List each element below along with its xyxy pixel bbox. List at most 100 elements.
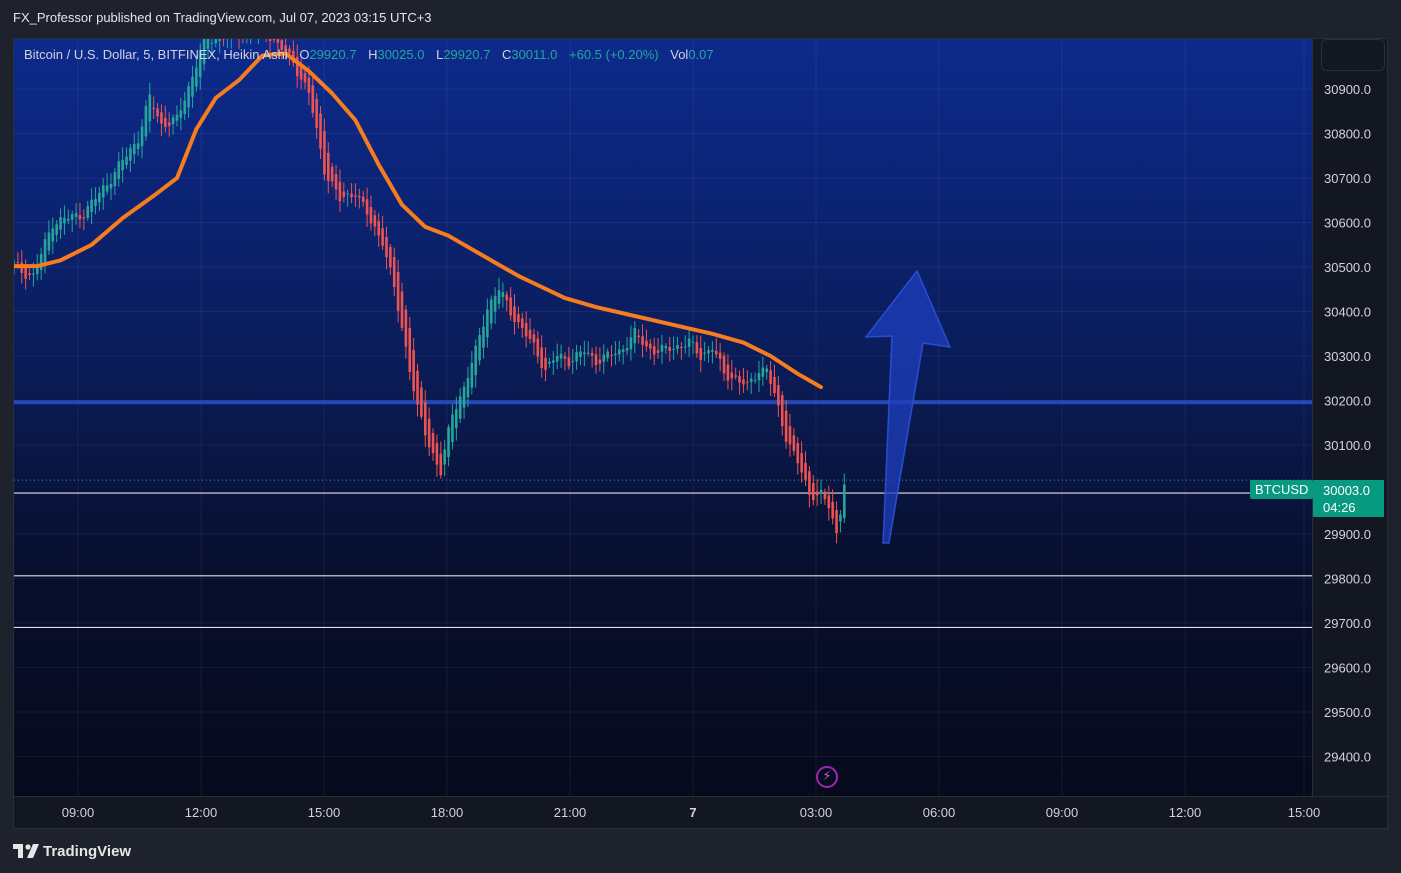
candle-body	[804, 462, 807, 480]
candle-body	[544, 357, 547, 370]
candle-body	[98, 192, 101, 203]
candle-body	[358, 196, 361, 198]
candle-body	[303, 73, 307, 83]
lightning-icon[interactable]: ⚡	[816, 766, 838, 788]
candle-body	[307, 77, 311, 93]
candle-body	[210, 42, 214, 44]
candle-body	[633, 327, 637, 344]
candle-body	[482, 326, 485, 348]
candle-body	[746, 381, 749, 383]
candle-body	[14, 262, 16, 264]
candle-body	[540, 347, 543, 368]
volume-label: Vol	[670, 47, 689, 62]
candle-body	[718, 352, 722, 359]
time-tick-label: 15:00	[1288, 805, 1321, 820]
candle-body	[470, 362, 474, 388]
candle-body	[191, 76, 194, 97]
candle-body	[645, 340, 648, 347]
candle-body	[164, 117, 167, 127]
candle-body	[649, 343, 652, 349]
candle-body	[765, 368, 769, 373]
open-value: 29920.7	[309, 47, 357, 62]
brand-name: TradingView	[43, 843, 132, 860]
candle-body	[435, 443, 439, 465]
candle-body	[451, 414, 454, 443]
candle-body	[839, 514, 842, 522]
candle-body	[726, 364, 730, 381]
candle-body	[687, 338, 691, 347]
moving-average-line[interactable]	[14, 51, 823, 390]
candle-body	[319, 113, 322, 149]
candle-body	[420, 387, 423, 417]
candle-body	[497, 290, 501, 304]
candle-body	[796, 443, 800, 464]
candle-body	[738, 376, 741, 383]
candle-body	[548, 361, 551, 364]
candle-body	[16, 262, 20, 264]
chart-frame: 30900.0 30800.0 30700.0 30600.0 30500.0 30400…	[13, 38, 1388, 829]
candle-body	[167, 122, 171, 126]
candlestick-chart[interactable]: 30900.0 30800.0 30700.0 30600.0 30500.0 30400…	[14, 39, 1388, 829]
candle-body	[373, 215, 377, 227]
candle-body	[714, 350, 718, 355]
candle-body	[625, 348, 629, 351]
candle-body	[528, 329, 532, 339]
candle-body	[777, 385, 780, 406]
price-scale-corner-button[interactable]	[1321, 39, 1385, 71]
close-label: C	[501, 47, 512, 62]
candle-body	[117, 161, 121, 180]
time-tick-label: 12:00	[185, 805, 218, 820]
time-tick-label: 18:00	[431, 805, 464, 820]
footer: TradingView	[0, 829, 1401, 873]
symbol-badge: BTCUSD	[1250, 480, 1314, 499]
candle-body	[43, 239, 47, 263]
candle-body	[827, 495, 831, 509]
price-tick-label: 29900.0	[1324, 527, 1371, 542]
candle-body	[94, 198, 97, 206]
candle-body	[586, 352, 590, 354]
candle-body	[792, 435, 796, 451]
candle-body	[443, 449, 446, 465]
candle-body	[505, 294, 509, 301]
candle-body	[691, 341, 695, 343]
candle-body	[195, 67, 198, 87]
candle-body	[517, 314, 520, 323]
candle-body	[404, 309, 408, 347]
candle-body	[152, 107, 155, 109]
candle-body	[656, 350, 660, 353]
candle-body	[109, 183, 113, 189]
candle-body	[583, 352, 586, 355]
candle-body	[823, 491, 827, 500]
candle-body	[377, 220, 381, 236]
candle-body	[800, 453, 803, 473]
price-tick-label: 29500.0	[1324, 705, 1371, 720]
price-tick-label: 29700.0	[1324, 616, 1371, 631]
publisher-line: FX_Professor published on TradingView.co…	[13, 10, 432, 25]
candle-body	[606, 351, 609, 359]
candle-body	[354, 195, 357, 197]
candle-body	[676, 345, 679, 349]
candle-body	[125, 156, 128, 166]
candle-body	[144, 106, 148, 137]
symbol-legend: Bitcoin / U.S. Dollar, 5, BITFINEX, Heik…	[24, 47, 714, 62]
candle-body	[458, 396, 462, 419]
high-value: 30025.0	[377, 47, 425, 62]
candle-body	[447, 427, 450, 458]
candle-body	[187, 86, 190, 108]
candle-body	[536, 338, 540, 357]
price-tick-label: 30700.0	[1324, 171, 1371, 186]
candle-body	[559, 353, 563, 359]
time-tick-label: 09:00	[1046, 805, 1079, 820]
time-tick-label: 09:00	[62, 805, 95, 820]
time-tick-label: 15:00	[308, 805, 341, 820]
candle-body	[641, 336, 644, 346]
candle-body	[617, 349, 621, 355]
candle-body	[412, 350, 415, 392]
candle-body	[350, 193, 353, 198]
candle-body	[86, 206, 90, 218]
candle-body	[579, 351, 582, 357]
candle-body	[55, 224, 58, 235]
candle-body	[82, 217, 86, 219]
time-tick-label: 12:00	[1169, 805, 1202, 820]
candle-body	[707, 350, 710, 354]
